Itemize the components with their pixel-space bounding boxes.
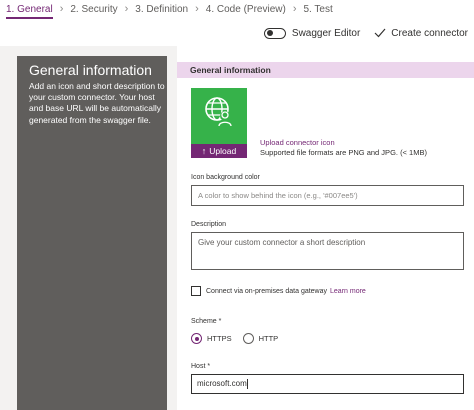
step-definition[interactable]: 3. Definition	[135, 0, 188, 18]
scheme-http-option[interactable]: HTTP	[242, 333, 279, 344]
info-title: General information	[29, 62, 152, 78]
check-icon	[374, 28, 386, 38]
step-general[interactable]: 1. General	[6, 0, 53, 19]
step-test[interactable]: 5. Test	[303, 0, 332, 18]
host-input[interactable]: microsoft.com	[191, 374, 464, 394]
swagger-editor-label: Swagger Editor	[291, 27, 361, 39]
step-security-label: 2. Security	[70, 3, 118, 15]
host-value: microsoft.com	[197, 379, 247, 388]
info-description: Add an icon and short description to you…	[29, 81, 165, 125]
radio-https-label: HTTPS	[207, 334, 232, 343]
icon-bg-color-placeholder: A color to show behind the icon (e.g., '…	[198, 191, 358, 200]
globe-user-icon	[205, 97, 232, 127]
gateway-label: Connect via on-premises data gateway	[206, 287, 328, 295]
toggle-switch[interactable]	[263, 27, 286, 39]
toolbar: Swagger Editor Create connector	[0, 20, 474, 46]
step-definition-label: 3. Definition	[135, 3, 189, 15]
section-header: General information	[177, 62, 474, 78]
upload-button-label: Upload	[209, 146, 237, 156]
scheme-radio-group: HTTPS HTTP	[191, 333, 289, 344]
scheme-https-option[interactable]: HTTPS	[191, 333, 232, 344]
gateway-checkbox-row: Connect via on-premises data gateway Lea…	[191, 286, 366, 296]
chevron-right-icon: ›	[292, 2, 297, 15]
radio-https[interactable]	[191, 333, 202, 344]
icon-bg-color-input[interactable]: A color to show behind the icon (e.g., '…	[191, 185, 464, 206]
wizard-steps: 1. General › 2. Security › 3. Definition…	[0, 0, 474, 19]
connector-icon-tile	[191, 88, 247, 144]
scheme-label: Scheme *	[191, 318, 222, 325]
step-security[interactable]: 2. Security	[70, 0, 117, 18]
step-code[interactable]: 4. Code (Preview)	[206, 0, 286, 18]
create-connector-button[interactable]: Create connector	[374, 28, 468, 39]
step-code-label: 4. Code (Preview)	[205, 3, 286, 15]
learn-more-link[interactable]: Learn more	[330, 288, 366, 295]
step-general-label: 1. General	[6, 3, 53, 15]
chevron-right-icon: ›	[195, 2, 199, 15]
icon-bg-color-label: Icon background color	[191, 174, 260, 181]
toggle-knob	[266, 30, 273, 36]
radio-http[interactable]	[242, 333, 254, 344]
step-test-label: 5. Test	[303, 3, 333, 15]
create-connector-label: Create connector	[391, 27, 468, 39]
gateway-checkbox[interactable]	[191, 286, 201, 296]
upload-connector-icon-link[interactable]: Upload connector icon	[260, 138, 335, 147]
supported-formats-text: Supported file formats are PNG and JPG. …	[260, 148, 427, 157]
upload-button[interactable]: ↑ Upload	[191, 144, 247, 158]
host-label: Host *	[191, 363, 211, 370]
chevron-right-icon: ›	[59, 2, 64, 15]
swagger-editor-toggle[interactable]: Swagger Editor	[263, 27, 361, 39]
description-label: Description	[191, 221, 227, 228]
text-caret	[246, 378, 248, 389]
radio-http-label: HTTP	[258, 334, 279, 343]
upload-arrow-icon: ↑	[201, 146, 207, 156]
description-textarea[interactable]: Give your custom connector a short descr…	[191, 232, 464, 270]
chevron-right-icon: ›	[124, 2, 129, 15]
description-placeholder: Give your custom connector a short descr…	[198, 238, 366, 247]
